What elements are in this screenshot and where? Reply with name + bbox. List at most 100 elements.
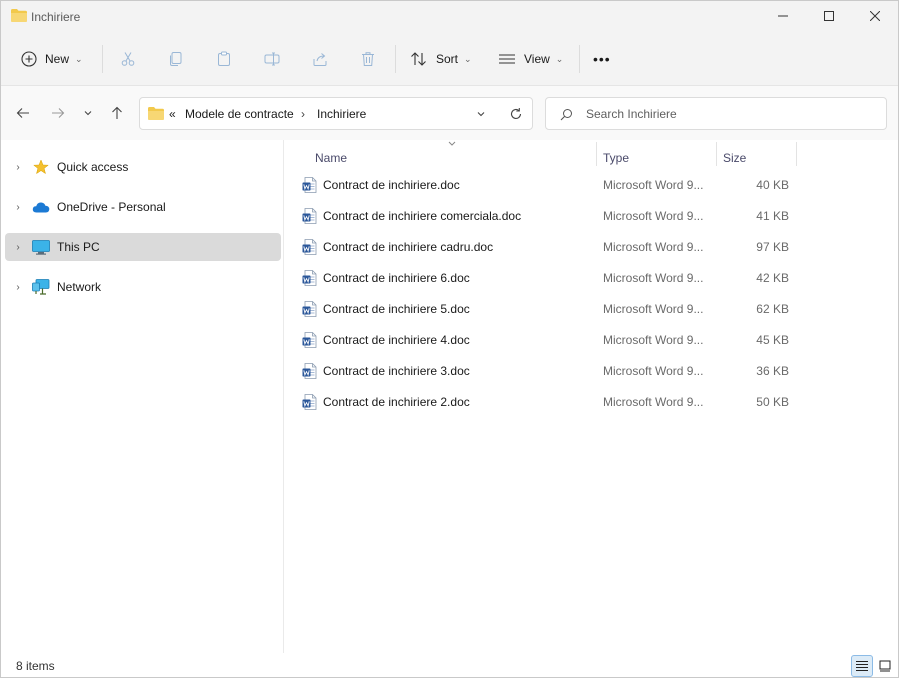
expand-chevron-icon[interactable]: › — [7, 202, 29, 213]
file-row[interactable]: Contract de inchiriere 5.doc Microsoft Wo… — [299, 294, 799, 324]
address-bar[interactable]: « Modele de contracte › Inchiriere — [139, 97, 533, 130]
address-history-dropdown[interactable] — [476, 109, 486, 119]
file-type: Microsoft Word 9... — [603, 302, 704, 316]
word-document-icon — [302, 394, 317, 410]
rename-icon — [264, 52, 280, 66]
sort-label: Sort — [436, 52, 459, 66]
cloud-icon — [31, 199, 51, 215]
sidebar-item-network[interactable]: › Network — [5, 273, 281, 301]
navigation-pane: › Quick access › OneDrive - Personal › T… — [1, 140, 284, 653]
sidebar-item-this-pc[interactable]: › This PC — [5, 233, 281, 261]
clipboard-icon — [218, 51, 230, 66]
column-header-size[interactable]: Size — [723, 147, 746, 169]
copy-button[interactable] — [162, 45, 190, 73]
minimize-button[interactable] — [760, 1, 806, 31]
file-row[interactable]: Contract de inchiriere 2.doc Microsoft Wo… — [299, 387, 799, 417]
file-row[interactable]: Contract de inchiriere.doc Microsoft Word… — [299, 170, 799, 200]
word-document-icon — [302, 270, 317, 286]
word-document-icon — [302, 208, 317, 224]
search-placeholder: Search Inchiriere — [586, 107, 677, 121]
file-name: Contract de inchiriere 4.doc — [323, 333, 470, 347]
chevron-down-icon — [84, 111, 92, 116]
scissors-icon — [121, 52, 135, 66]
details-view-button[interactable] — [851, 655, 873, 677]
arrow-up-icon — [112, 106, 122, 119]
maximize-button[interactable] — [806, 1, 852, 31]
cut-button[interactable] — [114, 45, 142, 73]
rename-button[interactable] — [258, 45, 286, 73]
close-button[interactable] — [852, 1, 898, 31]
large-icons-view-button[interactable] — [874, 655, 896, 677]
sort-icon — [411, 52, 426, 66]
share-button[interactable] — [306, 45, 334, 73]
plus-circle-icon — [21, 51, 37, 67]
column-divider[interactable] — [716, 142, 717, 166]
close-icon — [870, 11, 880, 21]
sort-indicator-icon — [448, 141, 456, 146]
sort-button[interactable]: Sort ⌄ — [410, 43, 472, 75]
sidebar-item-label: Network — [57, 280, 102, 294]
breadcrumb-item[interactable]: Modele de contracte — [185, 107, 294, 121]
recent-locations-button[interactable] — [75, 100, 101, 126]
file-type: Microsoft Word 9... — [603, 364, 704, 378]
sidebar-item-label: This PC — [57, 240, 100, 254]
word-document-icon — [302, 363, 317, 379]
column-header-type[interactable]: Type — [603, 147, 629, 169]
word-document-icon — [302, 239, 317, 255]
expand-chevron-icon[interactable]: › — [7, 162, 29, 173]
file-row[interactable]: Contract de inchiriere 6.doc Microsoft Wo… — [299, 263, 799, 293]
file-row[interactable]: Contract de inchiriere comerciala.doc Mic… — [299, 201, 799, 231]
column-header-name[interactable]: Name — [315, 147, 347, 169]
file-type: Microsoft Word 9... — [603, 271, 704, 285]
arrow-left-icon — [16, 108, 29, 118]
title-bar: Inchiriere — [1, 1, 898, 31]
file-name: Contract de inchiriere.doc — [323, 178, 460, 192]
sidebar-item-quick-access[interactable]: › Quick access — [5, 153, 281, 181]
file-type: Microsoft Word 9... — [603, 178, 704, 192]
file-row[interactable]: Contract de inchiriere cadru.doc Microsof… — [299, 232, 799, 262]
file-size: 40 KB — [756, 178, 789, 192]
file-row[interactable]: Contract de inchiriere 4.doc Microsoft Wo… — [299, 325, 799, 355]
item-count: 8 items — [16, 659, 55, 673]
file-list: Name Type Size Contract de inchiriere.do… — [285, 140, 898, 653]
breadcrumb-overflow[interactable]: « — [169, 107, 176, 121]
file-size: 62 KB — [756, 302, 789, 316]
new-button[interactable]: New ⌄ — [21, 43, 83, 75]
chevron-down-icon: ⌄ — [555, 53, 564, 64]
column-divider[interactable] — [796, 142, 797, 166]
file-type: Microsoft Word 9... — [603, 395, 704, 409]
more-icon: ••• — [593, 51, 611, 67]
word-document-icon — [302, 301, 317, 317]
sidebar-item-onedrive[interactable]: › OneDrive - Personal — [5, 193, 281, 221]
file-size: 42 KB — [756, 271, 789, 285]
file-name: Contract de inchiriere cadru.doc — [323, 240, 494, 254]
file-name: Contract de inchiriere 2.doc — [323, 395, 470, 409]
expand-chevron-icon[interactable]: › — [7, 282, 29, 293]
expand-chevron-icon[interactable]: › — [7, 242, 29, 253]
breadcrumb-separator-icon: › — [301, 107, 305, 121]
view-button[interactable]: View ⌄ — [498, 43, 563, 75]
back-button[interactable] — [10, 100, 36, 126]
more-options-button[interactable]: ••• — [593, 43, 611, 75]
column-divider[interactable] — [596, 142, 597, 166]
delete-button[interactable] — [354, 45, 382, 73]
breadcrumb-item[interactable]: Inchiriere — [317, 107, 366, 121]
file-explorer-window: Inchiriere New ⌄ Sort ⌄ View ⌄ ••• « Mod… — [0, 0, 899, 678]
file-name: Contract de inchiriere 6.doc — [323, 271, 470, 285]
file-size: 50 KB — [756, 395, 789, 409]
search-box[interactable]: Search Inchiriere — [545, 97, 887, 130]
file-row[interactable]: Contract de inchiriere 3.doc Microsoft Wo… — [299, 356, 799, 386]
paste-button[interactable] — [210, 45, 238, 73]
search-icon — [560, 109, 572, 121]
details-view-icon — [856, 661, 868, 671]
forward-button[interactable] — [45, 100, 71, 126]
copy-icon — [170, 52, 182, 66]
file-size: 41 KB — [756, 209, 789, 223]
view-list-icon — [499, 54, 515, 64]
refresh-icon[interactable] — [509, 107, 523, 121]
folder-icon — [11, 9, 27, 22]
up-button[interactable] — [104, 100, 130, 126]
arrow-right-icon — [52, 108, 65, 118]
file-size: 97 KB — [756, 240, 789, 254]
sidebar-item-label: Quick access — [57, 160, 129, 174]
